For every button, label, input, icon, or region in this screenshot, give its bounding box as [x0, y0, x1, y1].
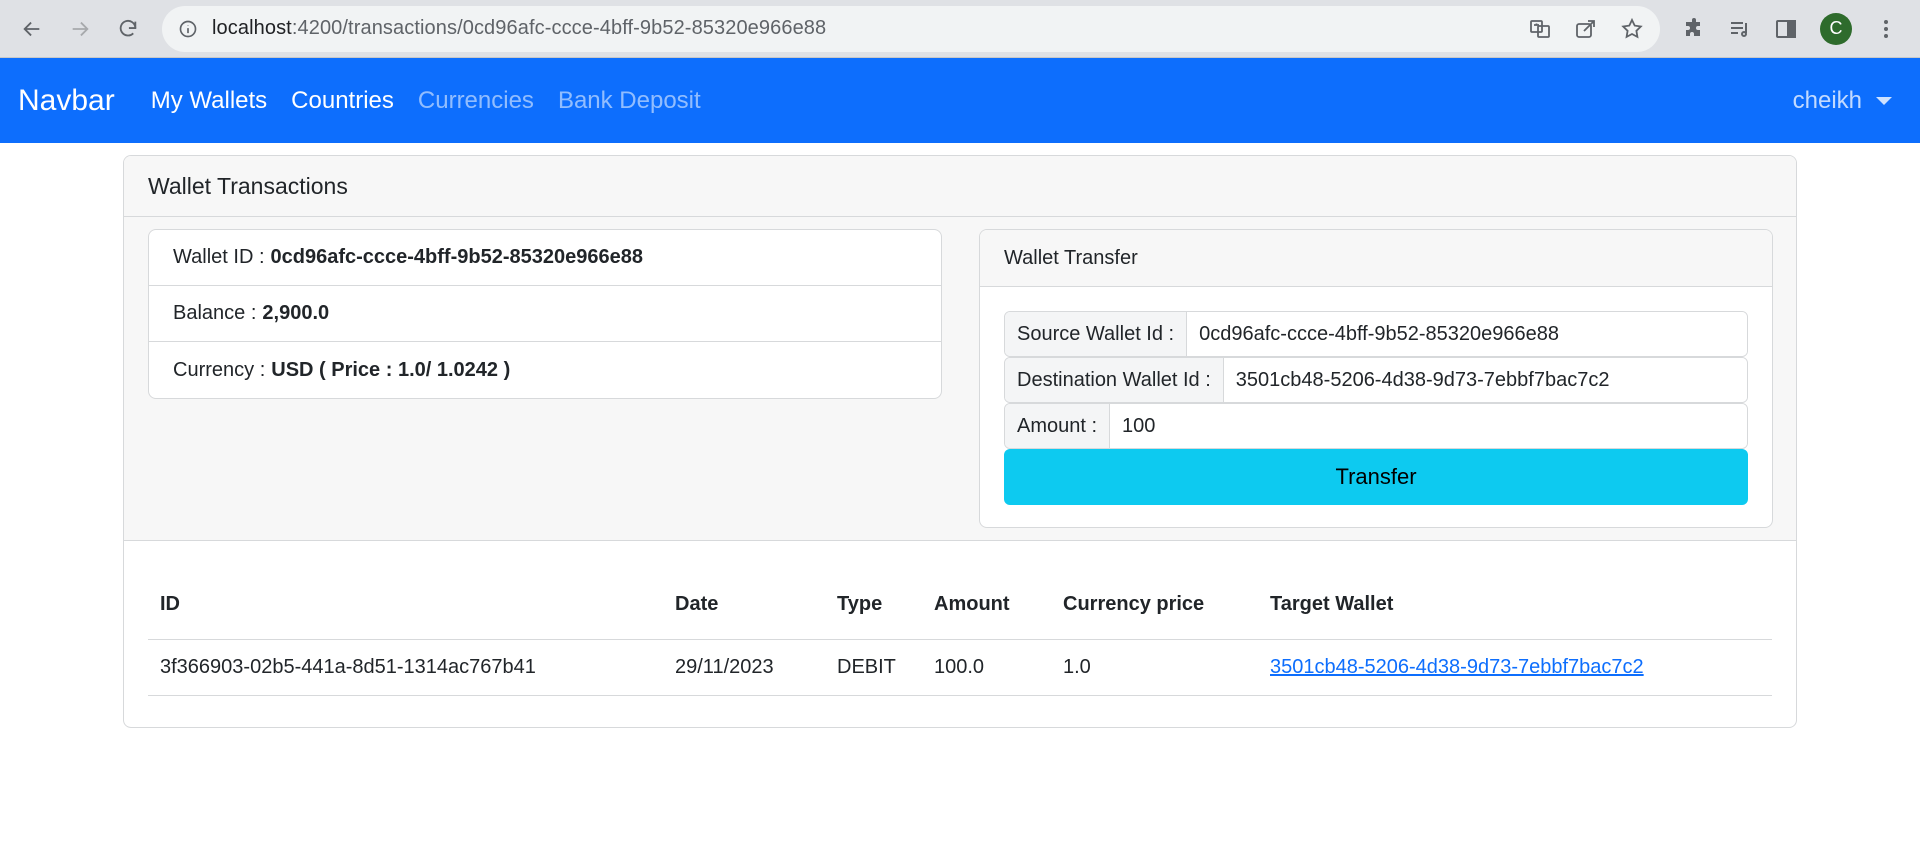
source-wallet-label: Source Wallet Id :: [1005, 312, 1188, 356]
media-queue-icon[interactable]: [1728, 17, 1752, 41]
share-icon[interactable]: [1574, 17, 1598, 41]
balance-value: 2,900.0: [262, 302, 330, 324]
wallet-transactions-card: Wallet Transactions Wallet ID : 0cd96afc…: [123, 155, 1797, 728]
col-header-currency-price: Currency price: [1051, 561, 1258, 640]
url-host: localhost: [212, 17, 292, 39]
amount-input[interactable]: [1110, 404, 1747, 448]
caret-down-icon: [1876, 96, 1892, 105]
back-button[interactable]: [12, 9, 52, 49]
star-icon[interactable]: [1620, 17, 1644, 41]
extensions-icon[interactable]: [1682, 17, 1706, 41]
source-wallet-input[interactable]: [1187, 312, 1747, 356]
wallet-id-item: Wallet ID : 0cd96afc-ccce-4bff-9b52-8532…: [149, 230, 941, 286]
forward-button[interactable]: [60, 9, 100, 49]
destination-wallet-input[interactable]: [1223, 358, 1747, 402]
arrow-left-icon: [23, 21, 40, 36]
table-row: 3f366903-02b5-441a-8d51-1314ac767b41 29/…: [148, 639, 1772, 696]
arrow-right-icon: [72, 21, 89, 36]
translate-icon[interactable]: [1528, 17, 1552, 41]
nav-link-bank-deposit[interactable]: Bank Deposit: [558, 87, 701, 115]
cell-amount: 100.0: [922, 639, 1051, 696]
cell-id: 3f366903-02b5-441a-8d51-1314ac767b41: [148, 639, 663, 696]
balance-item: Balance : 2,900.0: [149, 286, 941, 342]
transactions-table-area: ID Date Type Amount Currency price Targe…: [124, 541, 1796, 696]
nav-links: My Wallets Countries Currencies Bank Dep…: [151, 87, 701, 115]
side-panel-icon[interactable]: [1774, 17, 1798, 41]
col-header-target-wallet: Target Wallet: [1258, 561, 1772, 640]
wallet-info-list: Wallet ID : 0cd96afc-ccce-4bff-9b52-8532…: [148, 229, 942, 399]
cell-currency-price: 1.0: [1051, 639, 1258, 696]
cell-target-wallet: 3501cb48-5206-4d38-9d73-7ebbf7bac7c2: [1258, 639, 1772, 696]
target-wallet-link[interactable]: 3501cb48-5206-4d38-9d73-7ebbf7bac7c2: [1270, 656, 1644, 678]
nav-link-countries[interactable]: Countries: [291, 87, 394, 115]
user-name: cheikh: [1792, 86, 1862, 114]
currency-label: Currency :: [173, 358, 266, 381]
more-vert-icon[interactable]: [1874, 17, 1898, 41]
wallet-id-label: Wallet ID :: [173, 246, 265, 268]
app-navbar: Navbar My Wallets Countries Currencies B…: [0, 58, 1920, 143]
wallet-id-value: 0cd96afc-ccce-4bff-9b52-85320e966e88: [270, 246, 643, 268]
reload-icon: [119, 19, 137, 36]
col-header-date: Date: [663, 561, 825, 640]
url-text: localhost:4200/transactions/0cd96afc-ccc…: [212, 17, 826, 40]
destination-wallet-label: Destination Wallet Id :: [1005, 358, 1224, 402]
currency-item: Currency : USD ( Price : 1.0/ 1.0242 ): [149, 342, 941, 398]
wallet-transfer-card: Wallet Transfer Source Wallet Id : Desti…: [979, 229, 1773, 528]
col-header-id: ID: [148, 561, 663, 640]
table-header-row: ID Date Type Amount Currency price Targe…: [148, 561, 1772, 640]
amount-label: Amount :: [1005, 404, 1111, 448]
destination-wallet-group: Destination Wallet Id :: [1004, 357, 1748, 403]
browser-toolbar: localhost:4200/transactions/0cd96afc-ccc…: [0, 0, 1920, 58]
card-title: Wallet Transactions: [124, 156, 1796, 217]
profile-avatar[interactable]: C: [1820, 12, 1852, 45]
balance-label: Balance :: [173, 302, 257, 324]
url-path: :4200/transactions/0cd96afc-ccce-4bff-9b…: [291, 17, 827, 39]
nav-link-my-wallets[interactable]: My Wallets: [151, 87, 267, 115]
cell-date: 29/11/2023: [663, 639, 825, 696]
user-dropdown[interactable]: cheikh: [1793, 87, 1892, 115]
reload-button[interactable]: [108, 9, 148, 49]
transactions-table: ID Date Type Amount Currency price Targe…: [148, 561, 1772, 696]
col-header-amount: Amount: [922, 561, 1051, 640]
info-icon[interactable]: [178, 19, 198, 39]
cell-type: DEBIT: [825, 639, 922, 696]
wallet-transfer-title: Wallet Transfer: [980, 230, 1772, 287]
address-bar[interactable]: localhost:4200/transactions/0cd96afc-ccc…: [162, 5, 1660, 52]
transfer-form: Source Wallet Id : Destination Wallet Id…: [980, 287, 1772, 505]
transfer-button[interactable]: Transfer: [1004, 449, 1748, 505]
currency-value: USD ( Price : 1.0/ 1.0242 ): [271, 358, 511, 381]
amount-group: Amount :: [1004, 403, 1748, 449]
navbar-brand[interactable]: Navbar: [18, 84, 115, 118]
card-upper-section: Wallet ID : 0cd96afc-ccce-4bff-9b52-8532…: [124, 217, 1796, 541]
col-header-type: Type: [825, 561, 922, 640]
source-wallet-group: Source Wallet Id :: [1004, 311, 1748, 357]
nav-link-currencies[interactable]: Currencies: [418, 87, 534, 115]
